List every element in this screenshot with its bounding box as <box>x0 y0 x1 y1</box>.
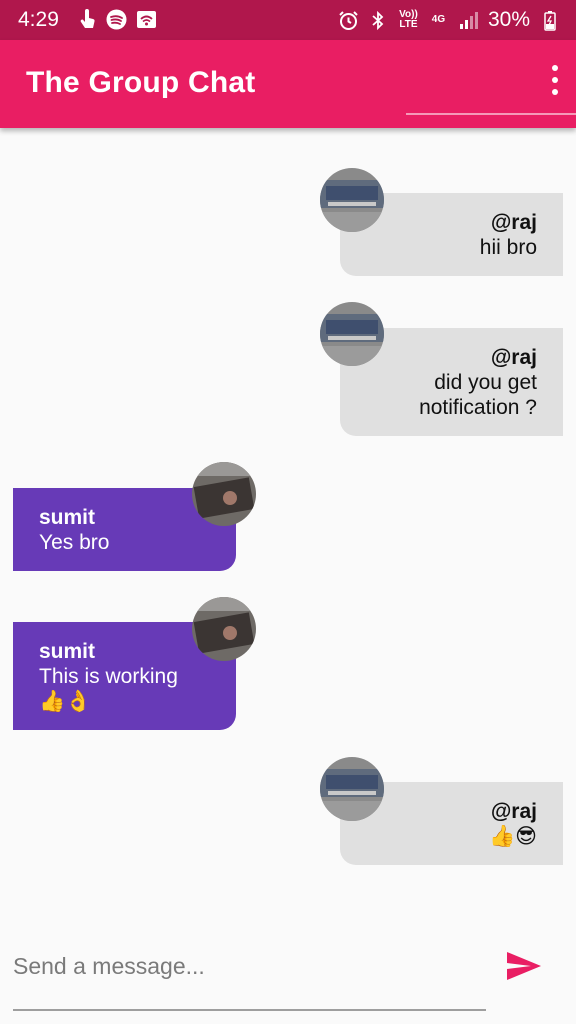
message-input[interactable] <box>13 944 486 988</box>
menu-dot <box>552 89 558 95</box>
battery-charging-icon <box>539 10 560 31</box>
status-time: 4:29 <box>18 8 59 31</box>
menu-dot <box>552 77 558 83</box>
page-title: The Group Chat <box>26 66 256 99</box>
avatar[interactable] <box>192 462 256 526</box>
more-vert-icon[interactable] <box>544 62 566 98</box>
message-sender: @raj <box>490 346 537 369</box>
send-icon[interactable] <box>500 944 548 988</box>
app-bar: The Group Chat <box>0 40 576 128</box>
signal-icon <box>458 10 479 31</box>
message-text: did you get notification ? <box>419 371 537 419</box>
status-bar: 4:29 Vo)) LTE 4G 30% <box>0 0 576 40</box>
message-sender: @raj <box>490 800 537 823</box>
app-bar-divider <box>406 113 576 115</box>
message-text: 👍😎 <box>488 825 537 848</box>
message-composer <box>0 930 576 1024</box>
avatar[interactable] <box>320 302 384 366</box>
avatar[interactable] <box>320 757 384 821</box>
4g-icon: 4G <box>431 14 446 25</box>
menu-dot <box>552 65 558 71</box>
volte-icon: Vo)) LTE <box>399 9 418 30</box>
input-underline <box>13 1009 486 1011</box>
touch-icon <box>76 9 97 30</box>
message-text: hii bro <box>479 236 537 259</box>
alarm-icon <box>338 10 359 31</box>
message-sender: sumit <box>39 506 96 529</box>
spotify-icon <box>106 9 127 30</box>
message-text: Yes bro <box>39 531 110 554</box>
avatar[interactable] <box>320 168 384 232</box>
wifi-cast-icon <box>136 9 157 30</box>
battery-text: 30% <box>487 8 530 31</box>
message-sender: sumit <box>39 640 96 663</box>
avatar[interactable] <box>192 597 256 661</box>
message-text: This is working 👍👌 <box>39 665 178 713</box>
message-sender: @raj <box>490 211 537 234</box>
bluetooth-icon <box>368 10 389 31</box>
